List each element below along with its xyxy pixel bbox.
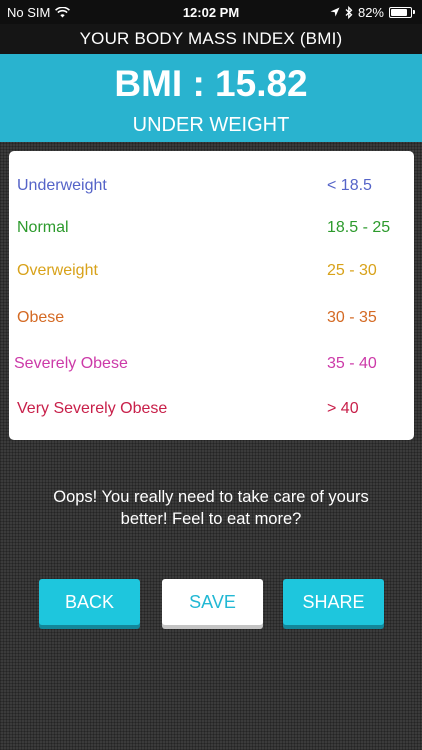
table-row-overweight: Overweight 25 - 30 [9,256,414,286]
location-icon [330,7,340,17]
table-row-normal: Normal 18.5 - 25 [9,213,414,243]
bmi-categories-table: Underweight < 18.5 Normal 18.5 - 25 Over… [9,151,414,440]
battery-icon [389,6,415,18]
status-left: No SIM [7,4,71,20]
row-range: 30 - 35 [327,309,377,326]
bmi-result-banner: BMI : 15.82 UNDER WEIGHT [0,54,422,142]
wifi-icon [55,6,71,18]
row-label: Very Severely Obese [17,400,168,417]
row-range: 35 - 40 [327,355,377,372]
table-row-underweight: Underweight < 18.5 [9,171,414,201]
status-right: 82% [330,5,415,20]
row-range: 18.5 - 25 [327,219,391,236]
row-label: Overweight [17,262,98,279]
bluetooth-icon [345,5,353,19]
back-button[interactable]: BACK [39,579,140,625]
battery-body [389,6,412,18]
carrier-label: No SIM [7,4,51,20]
bmi-category: UNDER WEIGHT [132,114,290,136]
table-row-very-severely-obese: Very Severely Obese > 40 [9,394,414,424]
bmi-value: BMI : 15.82 [114,63,308,104]
table-row-severely-obese: Severely Obese 35 - 40 [9,349,414,379]
row-range: 25 - 30 [327,262,377,279]
advice-message: Oops! You really need to take care of yo… [20,486,402,530]
row-label: Severely Obese [14,355,128,372]
table-row-obese: Obese 30 - 35 [9,303,414,333]
advice-line-2: better! Feel to eat more? [120,510,302,528]
row-label: Underweight [17,177,107,194]
row-label: Normal [17,219,69,236]
row-label: Obese [17,309,65,326]
battery-level-fill [391,8,407,16]
battery-cap [413,10,415,14]
share-button[interactable]: SHARE [283,579,384,625]
page-title: YOUR BODY MASS INDEX (BMI) [0,24,422,54]
battery-percent: 82% [357,4,384,20]
status-bar: No SIM 12:02 PM 82% [0,0,422,24]
advice-line-1: Oops! You really need to take care of yo… [53,488,369,506]
row-range: > 40 [327,400,359,417]
row-range: < 18.5 [327,177,372,194]
save-button[interactable]: SAVE [162,579,263,625]
